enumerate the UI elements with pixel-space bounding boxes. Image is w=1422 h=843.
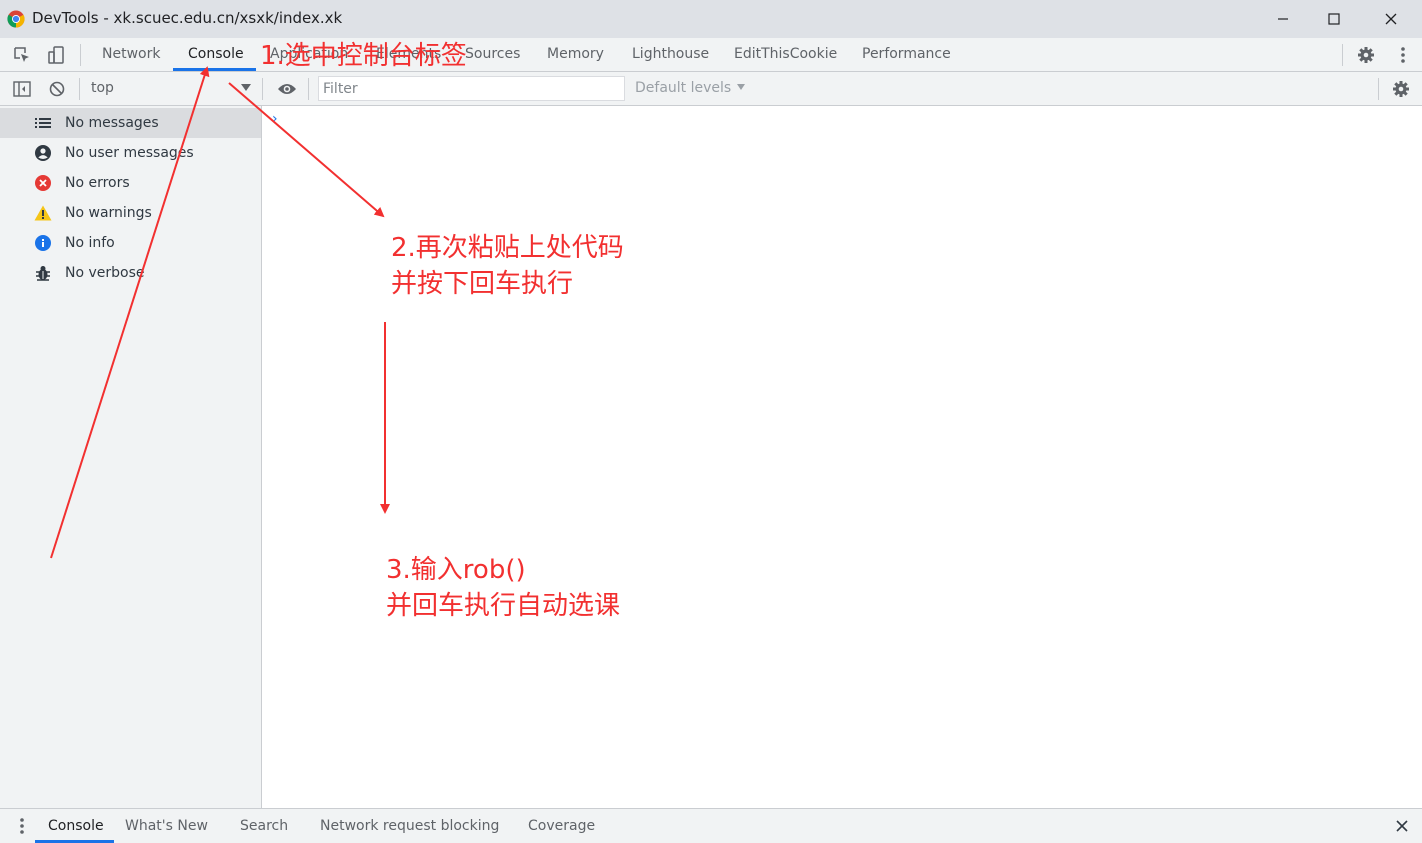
sidebar-item-label: No errors [65, 175, 130, 191]
kebab-menu-icon [20, 818, 24, 834]
close-icon [1385, 13, 1397, 25]
console-sidebar: No messages No user messages No errors N… [0, 106, 262, 808]
console-output-area[interactable] [262, 106, 1422, 808]
devtools-tab-bar: Network Console Application Elements Sou… [0, 38, 1422, 72]
divider [1342, 44, 1343, 66]
toggle-sidebar-button[interactable] [11, 78, 33, 100]
tab-editthiscookie[interactable]: EditThisCookie [734, 38, 837, 71]
drawer-tab-search[interactable]: Search [240, 809, 288, 843]
drawer-tab-bar: Console What's New Search Network reques… [0, 808, 1422, 843]
sidebar-toggle-icon [13, 81, 31, 97]
divider [308, 78, 309, 100]
inspect-element-button[interactable] [11, 44, 33, 66]
tab-console[interactable]: Console [188, 38, 244, 71]
clear-console-button[interactable] [46, 78, 68, 100]
close-icon [1396, 820, 1408, 832]
sidebar-item-label: No warnings [65, 205, 152, 221]
inspect-icon [14, 47, 29, 62]
gear-icon [1358, 47, 1374, 63]
console-settings-button[interactable] [1390, 78, 1412, 100]
user-icon [34, 144, 52, 162]
device-toolbar-button[interactable] [45, 44, 67, 66]
sidebar-item-label: No verbose [65, 265, 145, 281]
sidebar-item-errors[interactable]: No errors [0, 168, 261, 198]
sidebar-item-label: No info [65, 235, 115, 251]
drawer-tab-console[interactable]: Console [48, 809, 104, 843]
clear-icon [49, 81, 65, 97]
eye-icon [278, 84, 296, 94]
kebab-menu-icon [1401, 47, 1405, 63]
sidebar-item-label: No user messages [65, 145, 194, 161]
gear-icon [1393, 81, 1409, 97]
divider [1378, 78, 1379, 100]
drawer-tab-coverage[interactable]: Coverage [528, 809, 595, 843]
close-drawer-button[interactable] [1391, 815, 1413, 837]
log-levels-label: Default levels [635, 80, 732, 96]
divider [80, 44, 81, 66]
divider [79, 78, 80, 100]
settings-button[interactable] [1355, 44, 1377, 66]
live-expression-button[interactable] [276, 78, 298, 100]
console-toolbar: top Default levels [0, 72, 1422, 106]
tab-performance[interactable]: Performance [862, 38, 951, 71]
sidebar-item-messages[interactable]: No messages [0, 108, 261, 138]
log-levels-dropdown[interactable]: Default levels [635, 80, 746, 96]
tab-memory[interactable]: Memory [547, 38, 604, 71]
annotation-step2-line2: 并按下回车执行 [391, 269, 574, 299]
annotation-step3-line1: 3.输入rob() [386, 555, 526, 585]
context-dropdown-arrow-icon[interactable] [241, 84, 251, 91]
minimize-button[interactable] [1260, 0, 1306, 38]
tab-sources[interactable]: Sources [465, 38, 520, 71]
tab-network[interactable]: Network [102, 38, 160, 71]
sidebar-item-verbose[interactable]: No verbose [0, 258, 261, 288]
device-icon [48, 46, 64, 64]
annotation-step2-line1: 2.再次粘贴上处代码 [391, 233, 624, 263]
active-tab-indicator [173, 68, 256, 71]
bug-icon [34, 264, 52, 282]
list-icon [34, 114, 52, 132]
sidebar-item-user-messages[interactable]: No user messages [0, 138, 261, 168]
sidebar-item-warnings[interactable]: No warnings [0, 198, 261, 228]
annotation-step3-line2: 并回车执行自动选课 [386, 591, 621, 621]
sidebar-item-info[interactable]: No info [0, 228, 261, 258]
tab-lighthouse[interactable]: Lighthouse [632, 38, 709, 71]
title-bar: DevTools - xk.scuec.edu.cn/xsxk/index.xk [0, 0, 1422, 38]
console-prompt-chevron-icon[interactable]: › [272, 111, 278, 127]
drawer-menu-button[interactable] [11, 815, 33, 837]
chrome-logo-icon [7, 10, 25, 28]
error-icon [34, 174, 52, 192]
chevron-down-icon [737, 84, 746, 90]
warning-icon [34, 204, 52, 222]
more-options-button[interactable] [1392, 44, 1414, 66]
drawer-tab-whats-new[interactable]: What's New [125, 809, 208, 843]
divider [262, 78, 263, 100]
filter-input[interactable] [318, 76, 625, 101]
context-selector[interactable]: top [91, 80, 114, 96]
maximize-icon [1328, 13, 1340, 25]
annotation-step1: 1.选中控制台标签 [260, 41, 467, 71]
drawer-tab-network-request-blocking[interactable]: Network request blocking [320, 809, 499, 843]
window-title: DevTools - xk.scuec.edu.cn/xsxk/index.xk [32, 9, 343, 27]
sidebar-item-label: No messages [65, 115, 159, 131]
close-window-button[interactable] [1368, 0, 1414, 38]
info-icon [34, 234, 52, 252]
maximize-button[interactable] [1311, 0, 1357, 38]
minimize-icon [1278, 18, 1288, 20]
